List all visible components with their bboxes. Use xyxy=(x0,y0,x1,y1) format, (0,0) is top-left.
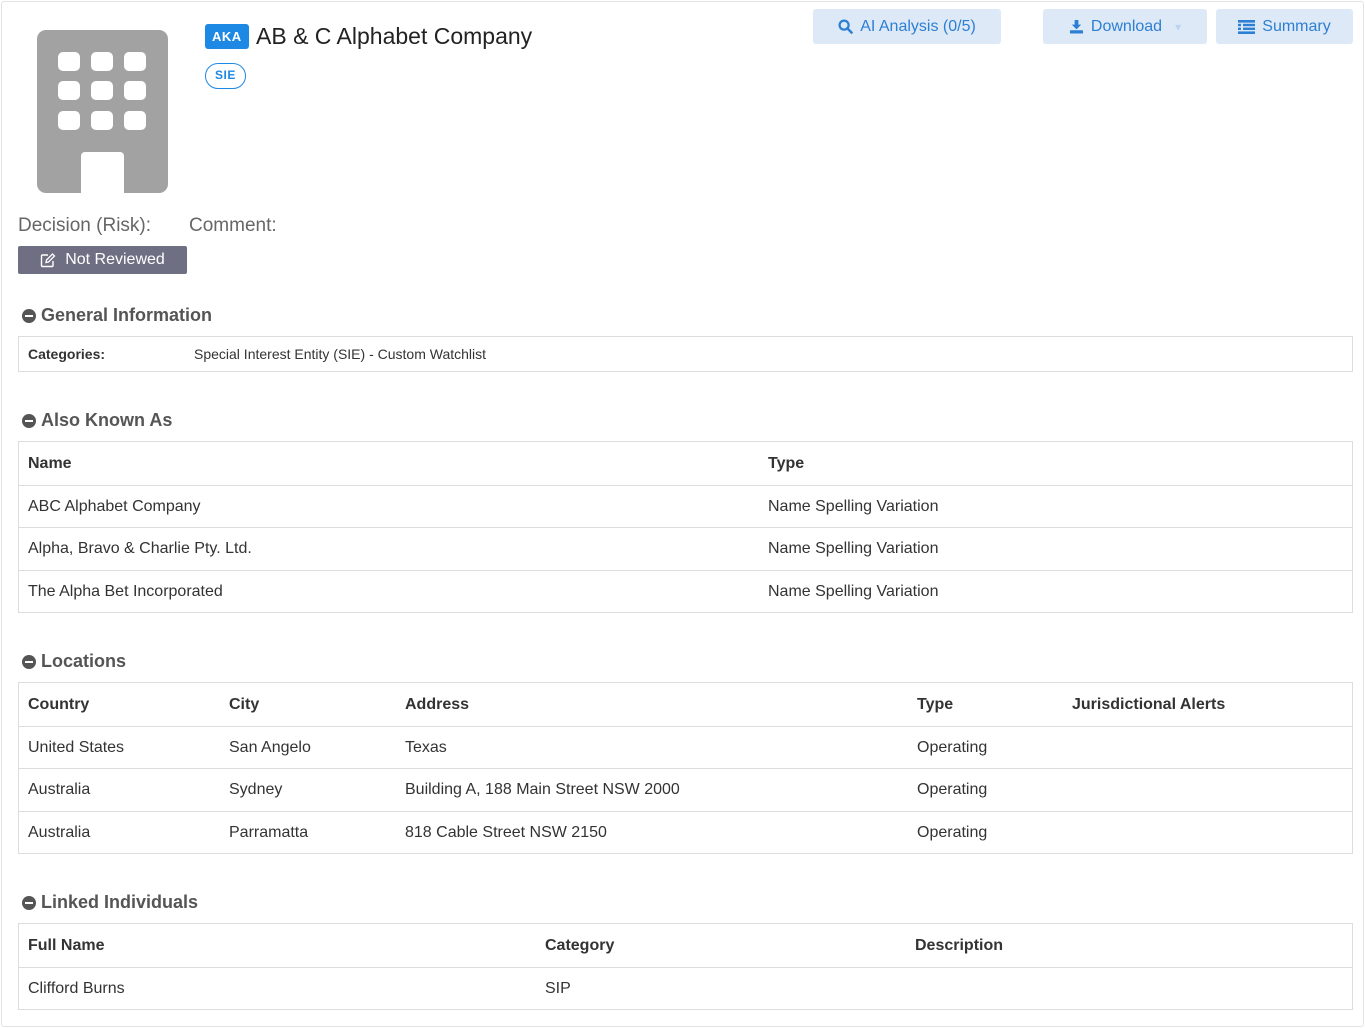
table-cell: San Angelo xyxy=(229,738,311,756)
search-icon xyxy=(838,19,853,34)
table-cell: Parramatta xyxy=(229,823,309,841)
column-header: Category xyxy=(545,936,615,954)
general-information-table: Categories: Special Interest Entity (SIE… xyxy=(18,336,1353,372)
table-cell: ABC Alphabet Company xyxy=(28,497,201,515)
table-cell: Name Spelling Variation xyxy=(768,582,939,600)
ai-analysis-button[interactable]: AI Analysis (0/5) xyxy=(813,9,1001,44)
edit-icon xyxy=(40,252,56,267)
column-header: Description xyxy=(915,936,1004,954)
table-cell: Australia xyxy=(28,823,91,841)
collapse-icon xyxy=(22,654,36,669)
column-header: Country xyxy=(28,695,90,713)
table-row: The Alpha Bet Incorporated Name Spelling… xyxy=(19,570,1352,612)
categories-value: Special Interest Entity (SIE) - Custom W… xyxy=(194,346,487,362)
section-title: Linked Individuals xyxy=(41,892,199,912)
section-title: Locations xyxy=(41,651,127,671)
table-row: United States San Angelo Texas Operating xyxy=(19,726,1352,768)
decision-label: Decision (Risk): xyxy=(18,215,152,236)
table-cell: Alpha, Bravo & Charlie Pty. Ltd. xyxy=(28,540,252,557)
section-title: Also Known As xyxy=(41,410,173,430)
decision-status-label: Not Reviewed xyxy=(65,251,165,268)
also-known-as-table: Name Type ABC Alphabet Company Name Spel… xyxy=(18,441,1353,613)
aka-badge: AKA xyxy=(205,24,249,49)
table-cell: United States xyxy=(28,738,125,756)
collapse-icon xyxy=(22,413,36,428)
table-row: Australia Sydney Building A, 188 Main St… xyxy=(19,768,1352,811)
table-cell: Building A, 188 Main Street NSW 2000 xyxy=(405,781,680,798)
comment-label: Comment: xyxy=(189,215,277,236)
table-header-row: Name Type xyxy=(19,442,1352,485)
column-header: Full Name xyxy=(28,936,105,954)
table-cell: Operating xyxy=(917,823,988,841)
column-header: Jurisdictional Alerts xyxy=(1072,695,1226,713)
table-header-row: Country City Address Type Jurisdictional… xyxy=(19,683,1352,726)
table-cell: Texas xyxy=(405,738,447,756)
categories-label: Categories: xyxy=(28,346,106,362)
table-header-row: Full Name Category Description xyxy=(19,924,1352,967)
list-icon xyxy=(1238,19,1256,34)
column-header: Type xyxy=(917,695,954,713)
table-cell: Name Spelling Variation xyxy=(768,540,939,557)
table-cell: Name Spelling Variation xyxy=(768,497,939,515)
collapse-icon xyxy=(22,308,36,323)
download-label: Download xyxy=(1090,17,1163,35)
table-row: ABC Alphabet Company Name Spelling Varia… xyxy=(19,485,1352,527)
column-header: Type xyxy=(768,454,805,472)
entity-title: AB & C Alphabet Company xyxy=(256,23,533,49)
table-cell: SIP xyxy=(545,979,571,997)
table-cell: Sydney xyxy=(229,781,283,798)
column-header: Address xyxy=(405,695,470,713)
building-icon xyxy=(37,30,168,193)
table-row: Alpha, Bravo & Charlie Pty. Ltd. Name Sp… xyxy=(19,527,1352,570)
locations-table: Country City Address Type Jurisdictional… xyxy=(18,682,1353,854)
decision-status-button[interactable]: Not Reviewed xyxy=(18,246,187,274)
table-cell: Operating xyxy=(917,781,988,798)
download-icon xyxy=(1069,19,1083,34)
column-header: City xyxy=(229,695,260,713)
collapse-icon xyxy=(22,895,36,910)
linked-individuals-toggle[interactable]: Linked Individuals xyxy=(22,892,198,913)
category-badge: SIE xyxy=(205,63,246,89)
download-button[interactable]: Download ▾ xyxy=(1043,9,1207,44)
table-row: Clifford Burns SIP xyxy=(19,967,1352,1009)
table-cell: The Alpha Bet Incorporated xyxy=(28,582,223,600)
chevron-down-icon: ▾ xyxy=(1175,19,1182,34)
locations-toggle[interactable]: Locations xyxy=(22,651,126,672)
also-known-as-toggle[interactable]: Also Known As xyxy=(22,410,172,431)
section-title: General Information xyxy=(41,305,213,325)
table-cell: Australia xyxy=(28,781,91,798)
ai-analysis-label: AI Analysis (0/5) xyxy=(860,17,976,35)
summary-label: Summary xyxy=(1262,17,1331,35)
table-cell: Clifford Burns xyxy=(28,979,125,997)
column-header: Name xyxy=(28,454,72,472)
table-row: Categories: Special Interest Entity (SIE… xyxy=(19,337,1352,371)
table-row: Australia Parramatta 818 Cable Street NS… xyxy=(19,811,1352,853)
linked-individuals-table: Full Name Category Description Clifford … xyxy=(18,923,1353,1010)
table-cell: Operating xyxy=(917,738,988,756)
general-information-toggle[interactable]: General Information xyxy=(22,305,212,326)
summary-button[interactable]: Summary xyxy=(1216,9,1353,44)
table-cell: 818 Cable Street NSW 2150 xyxy=(405,823,607,841)
